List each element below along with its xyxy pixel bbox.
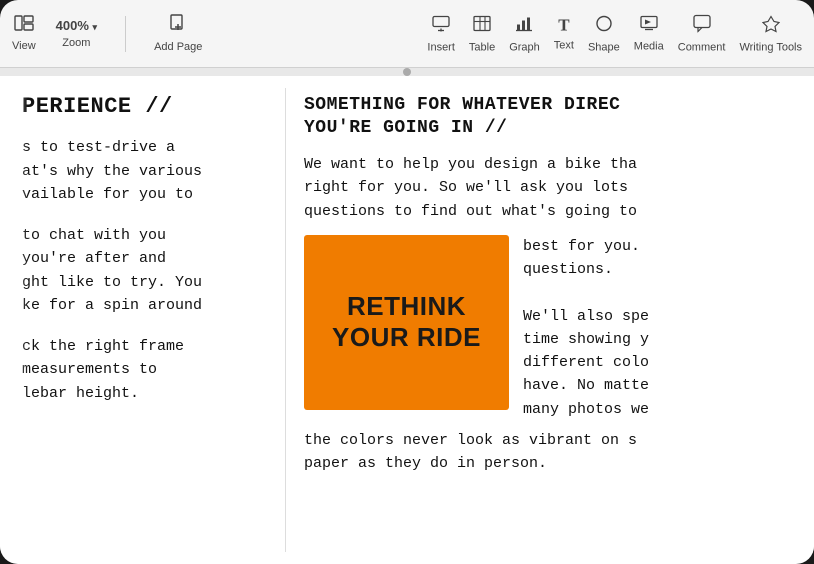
orange-box-text: RETHINK YOUR RIDE: [332, 291, 481, 353]
table-label: Table: [469, 41, 495, 53]
right-bottom-text: the colors never look as vibrant on s pa…: [304, 429, 800, 476]
view-label: View: [12, 40, 36, 52]
addpage-icon: [169, 14, 187, 37]
addpage-button[interactable]: Add Page: [154, 14, 202, 53]
right-intro: We want to help you design a bike tharig…: [304, 153, 800, 223]
graph-icon: [515, 14, 533, 37]
addpage-label: Add Page: [154, 41, 202, 53]
left-para-1: s to test-drive aat's why the variousvai…: [22, 136, 269, 206]
right-heading: SOMETHING FOR WHATEVER DIRECYOU'RE GOING…: [304, 94, 800, 139]
media-button[interactable]: Media: [634, 15, 664, 52]
right-column: SOMETHING FOR WHATEVER DIRECYOU'RE GOING…: [286, 76, 814, 564]
media-icon: [640, 15, 658, 36]
ruler-handle[interactable]: [403, 68, 411, 76]
table-icon: [473, 14, 491, 37]
toolbar-right: Insert Table: [427, 14, 802, 53]
comment-icon: [693, 14, 711, 37]
comment-label: Comment: [678, 41, 726, 53]
orange-box-section: RETHINK YOUR RIDE best for you.questions…: [304, 235, 800, 421]
zoom-button[interactable]: 400% ▾ Zoom: [56, 18, 97, 49]
left-para-2: to chat with youyou're after andght like…: [22, 224, 269, 317]
comment-button[interactable]: Comment: [678, 14, 726, 53]
toolbar-separator: [125, 16, 126, 52]
ruler-bar[interactable]: [0, 68, 814, 76]
left-column: PERIENCE // s to test-drive aat's why th…: [0, 76, 285, 564]
content-area: PERIENCE // s to test-drive aat's why th…: [0, 76, 814, 564]
orange-box: RETHINK YOUR RIDE: [304, 235, 509, 410]
insert-icon: [432, 14, 450, 37]
right-side-text: best for you.questions. We'll also speti…: [523, 235, 800, 421]
table-button[interactable]: Table: [469, 14, 495, 53]
view-icon: [14, 15, 34, 36]
text-label: Text: [554, 40, 574, 52]
writingtools-button[interactable]: Writing Tools: [739, 14, 802, 53]
view-button[interactable]: View: [12, 15, 36, 52]
graph-button[interactable]: Graph: [509, 14, 540, 53]
insert-label: Insert: [427, 41, 455, 53]
shape-icon: [595, 14, 613, 37]
media-label: Media: [634, 40, 664, 52]
device-frame: View 400% ▾ Zoom Add Page: [0, 0, 814, 564]
writingtools-label: Writing Tools: [739, 41, 802, 53]
zoom-icon: 400% ▾: [56, 18, 97, 33]
toolbar-left: View 400% ▾ Zoom Add Page: [12, 14, 202, 53]
zoom-label: Zoom: [62, 37, 90, 49]
writingtools-icon: [762, 14, 780, 37]
toolbar: View 400% ▾ Zoom Add Page: [0, 0, 814, 68]
text-icon: T: [558, 16, 569, 36]
shape-button[interactable]: Shape: [588, 14, 620, 53]
shape-label: Shape: [588, 41, 620, 53]
graph-label: Graph: [509, 41, 540, 53]
left-heading: PERIENCE //: [22, 94, 269, 120]
insert-button[interactable]: Insert: [427, 14, 455, 53]
text-button[interactable]: T Text: [554, 16, 574, 52]
left-para-3: ck the right framemeasurements tolebar h…: [22, 335, 269, 405]
